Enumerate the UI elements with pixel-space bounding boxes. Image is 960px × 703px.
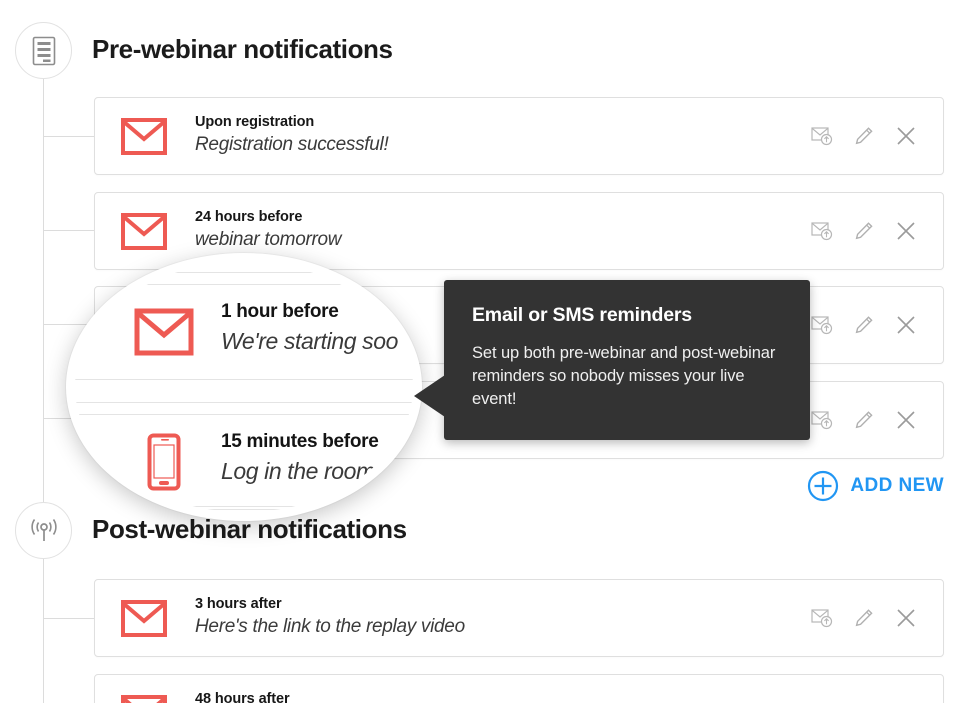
broadcast-antenna-icon	[15, 502, 72, 559]
document-form-icon	[15, 22, 72, 79]
row-actions	[809, 312, 919, 338]
magnified-title: 1 hour before	[221, 301, 339, 322]
plus-circle-icon	[807, 470, 839, 502]
close-x-icon[interactable]	[893, 312, 919, 338]
send-test-icon[interactable]	[809, 123, 835, 149]
magnifier-content: 1 hour before We're starting soo 15 minu…	[75, 262, 413, 512]
edit-pencil-icon[interactable]	[851, 218, 877, 244]
send-test-icon[interactable]	[809, 312, 835, 338]
edit-pencil-icon[interactable]	[851, 312, 877, 338]
send-test-icon[interactable]	[809, 605, 835, 631]
magnified-subject: Log in the room	[221, 458, 375, 484]
notification-text: 48 hours after	[195, 689, 290, 703]
envelope-icon	[120, 116, 168, 156]
row-actions	[809, 407, 919, 433]
tooltip-body: Set up both pre-webinar and post-webinar…	[472, 344, 776, 408]
tooltip-title: Email or SMS reminders	[472, 304, 692, 326]
notification-title: 24 hours before	[195, 209, 303, 225]
notification-title: 48 hours after	[195, 691, 290, 703]
envelope-icon	[133, 306, 195, 358]
envelope-icon	[120, 598, 168, 638]
magnified-notification-row[interactable]: 15 minutes before Log in the room	[75, 414, 413, 510]
edit-pencil-icon[interactable]	[851, 605, 877, 631]
notification-subject: Here's the link to the replay video	[195, 616, 465, 637]
tooltip-arrow	[414, 375, 445, 417]
notification-title: 3 hours after	[195, 596, 282, 612]
timeline-rail	[43, 78, 44, 703]
notification-title: Upon registration	[195, 114, 315, 130]
tooltip: Email or SMS reminders Set up both pre-w…	[414, 280, 810, 440]
envelope-icon	[120, 693, 168, 703]
edit-pencil-icon[interactable]	[851, 407, 877, 433]
timeline-connector	[44, 618, 94, 619]
close-x-icon[interactable]	[893, 123, 919, 149]
envelope-icon	[120, 211, 168, 251]
timeline-connector	[44, 230, 94, 231]
magnified-subject: We're starting soo	[221, 328, 399, 354]
row-actions	[809, 218, 919, 244]
row-actions	[809, 123, 919, 149]
magnified-notification-row[interactable]: 1 hour before We're starting soo	[75, 284, 413, 380]
notification-subject: Registration successful!	[195, 134, 389, 155]
magnified-text: 1 hour before We're starting soo	[221, 299, 398, 357]
section-header-pre-webinar: Pre-webinar notifications	[0, 22, 960, 82]
magnifier-lens: 1 hour before We're starting soo 15 minu…	[66, 253, 422, 521]
close-x-icon[interactable]	[893, 218, 919, 244]
notification-subject: webinar tomorrow	[195, 229, 342, 250]
magnified-text: 15 minutes before Log in the room	[221, 429, 379, 487]
magnified-title: 15 minutes before	[221, 431, 379, 452]
notification-text: 3 hours after Here's the link to the rep…	[195, 594, 465, 640]
phone-icon	[133, 433, 195, 491]
close-x-icon[interactable]	[893, 605, 919, 631]
row-actions	[809, 605, 919, 631]
notification-text: 24 hours before webinar tomorrow	[195, 207, 342, 253]
page-title: Pre-webinar notifications	[92, 34, 393, 64]
add-new-button[interactable]: ADD NEW	[807, 470, 944, 502]
timeline-connector	[44, 136, 94, 137]
notification-row[interactable]: 48 hours after	[94, 674, 944, 703]
edit-pencil-icon[interactable]	[851, 123, 877, 149]
send-test-icon[interactable]	[809, 407, 835, 433]
add-new-label: ADD NEW	[850, 475, 944, 496]
close-x-icon[interactable]	[893, 407, 919, 433]
send-test-icon[interactable]	[809, 218, 835, 244]
notification-row[interactable]: Upon registration Registration successfu…	[94, 97, 944, 175]
notification-row[interactable]: 3 hours after Here's the link to the rep…	[94, 579, 944, 657]
notifications-settings-page: Pre-webinar notifications Upon registrat…	[0, 0, 960, 703]
notification-text: Upon registration Registration successfu…	[195, 112, 389, 158]
